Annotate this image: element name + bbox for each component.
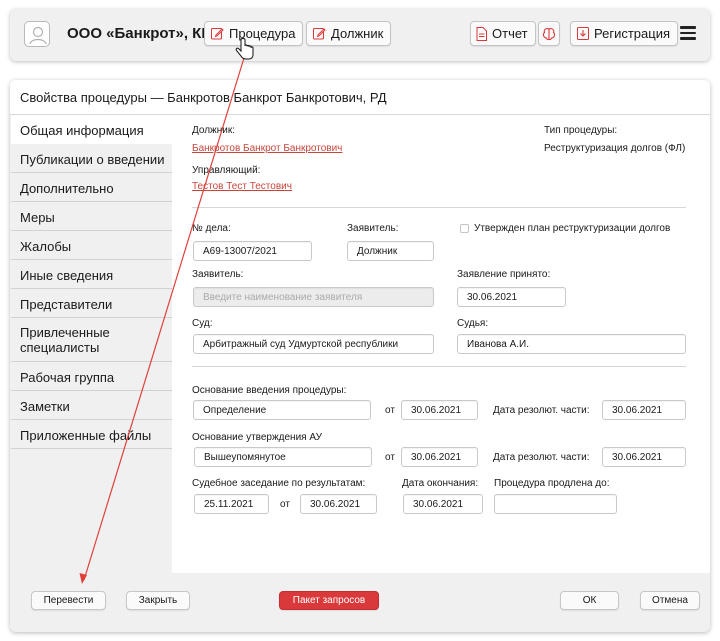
judge-field[interactable]: Иванова А.И. [457,334,686,354]
end-date-field[interactable]: 30.06.2021 [403,494,483,514]
register-button-label: Регистрация [594,26,670,41]
hearing-from-label: от [280,499,290,510]
case-number-field[interactable]: А69-13007/2021 [193,241,312,261]
sidebar-item-complaints[interactable]: Жалобы [11,231,172,260]
basis-intro-date-field[interactable]: 30.06.2021 [401,400,478,420]
debtor-button[interactable]: Должник [306,21,392,46]
procedure-button[interactable]: Процедура [204,21,304,46]
sidebar-item-other-info[interactable]: Иные сведения [11,260,172,289]
sidebar-item-additional[interactable]: Дополнительно [11,173,172,202]
debtor-button-label: Должник [331,26,384,41]
basis-au-resolution-field[interactable]: 30.06.2021 [602,447,686,467]
procedure-type-label: Тип процедуры: [544,125,618,136]
sidebar-item-publications[interactable]: Публикации о введении [11,144,172,173]
sidebar-item-measures[interactable]: Меры [11,202,172,231]
extended-label: Процедура продлена до: [494,478,610,489]
sidebar-item-specialists[interactable]: Привлеченные специалисты [11,318,172,362]
report-button[interactable]: Отчет [470,21,536,46]
basis-au-label: Основание утверждения АУ [192,432,322,443]
basis-au-resolution-label: Дата резолют. части: [493,452,590,463]
procedure-button-label: Процедура [229,26,296,41]
report-button-label: Отчет [492,26,528,41]
register-button[interactable]: Регистрация [570,21,678,46]
basis-intro-resolution-label: Дата резолют. части: [493,405,590,416]
manager-label: Управляющий: [192,165,261,176]
sidebar-item-representatives[interactable]: Представители [11,289,172,318]
divider [192,366,686,367]
close-button[interactable]: Закрыть [126,591,190,610]
manager-link[interactable]: Тестов Тест Тестович [192,181,292,192]
download-icon [577,27,589,40]
applicant-type-field[interactable]: Должник [347,241,434,261]
company-name: ООО «Банкрот», КП [67,25,213,42]
sidebar-item-notes[interactable]: Заметки [11,391,172,420]
basis-au-date-field[interactable]: 30.06.2021 [401,447,478,467]
basis-intro-label: Основание введения процедуры: [192,385,347,396]
procedure-properties-dialog: Свойства процедуры — Банкротов Банкрот Б… [10,80,710,632]
top-bar: ООО «Банкрот», КП Процедура Должник Отче… [10,9,710,61]
end-date-label: Дата окончания: [402,478,479,489]
requests-package-button[interactable]: Пакет запросов [279,591,379,610]
basis-au-field[interactable]: Вышеупомянутое [194,447,372,467]
edit-icon [211,28,224,40]
judge-label: Судья: [457,318,489,329]
plan-approved-label: Утвержден план реструктуризации долгов [474,223,671,234]
sidebar-item-files[interactable]: Приложенные файлы [11,420,172,449]
basis-au-from-label: от [385,452,395,463]
basis-intro-from-label: от [385,405,395,416]
sidebar-item-general[interactable]: Общая информация [11,115,172,144]
edit-icon [313,28,326,40]
sidebar-item-working-group[interactable]: Рабочая группа [11,362,172,391]
avatar-icon[interactable] [24,21,50,47]
brain-icon [542,27,556,40]
hearing-label: Судебное заседание по результатам: [192,478,366,489]
applicant-field[interactable]: Введите наименование заявителя [193,287,434,307]
court-label: Суд: [192,318,213,329]
ok-button[interactable]: ОК [560,591,619,610]
basis-intro-field[interactable]: Определение [193,400,371,420]
basis-intro-resolution-field[interactable]: 30.06.2021 [602,400,686,420]
debtor-label: Должник: [192,125,236,136]
court-field[interactable]: Арбитражный суд Удмуртской республики [193,334,434,354]
cancel-button[interactable]: Отмена [640,591,700,610]
accepted-label: Заявление принято: [457,269,551,280]
debtor-link[interactable]: Банкротов Банкрот Банкротович [192,143,342,154]
document-icon [476,26,487,41]
divider [192,207,686,208]
case-number-label: № дела: [192,223,231,234]
procedure-type-value: Реструктуризация долгов (ФЛ) [544,143,686,154]
menu-icon[interactable] [680,26,696,40]
translate-button[interactable]: Перевести [31,591,106,610]
hearing-from-field[interactable]: 30.06.2021 [300,494,377,514]
applicant-label: Заявитель: [192,269,244,280]
extended-date-field[interactable] [494,494,617,514]
hearing-date-field[interactable]: 25.11.2021 [194,494,269,514]
general-info-panel: Должник: Банкротов Банкрот Банкротович У… [172,115,710,573]
dialog-title: Свойства процедуры — Банкротов Банкрот Б… [10,80,710,114]
plan-approved-checkbox[interactable] [460,224,469,233]
applicant-type-label: Заявитель: [347,223,399,234]
accepted-date-field[interactable]: 30.06.2021 [457,287,566,307]
brain-button[interactable] [538,21,560,46]
